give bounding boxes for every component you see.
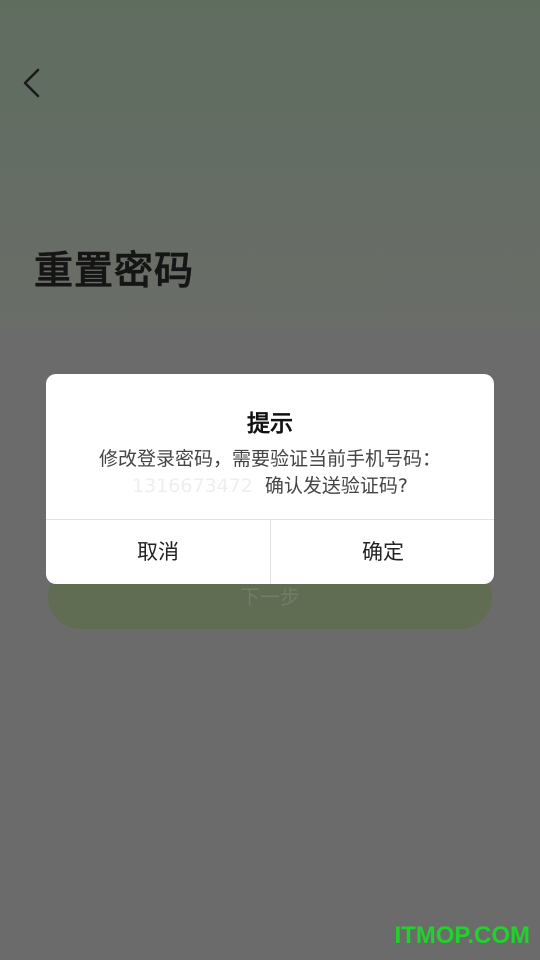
dialog-message: 修改登录密码，需要验证当前手机号码： 1316673472 确认发送验证码? [66, 446, 474, 500]
dialog-message-suffix: 确认发送验证码? [264, 475, 408, 497]
dialog-title: 提示 [247, 411, 293, 437]
chevron-left-icon [23, 68, 40, 98]
cancel-button[interactable]: 取消 [46, 520, 270, 584]
dialog-message-line1: 修改登录密码，需要验证当前手机号码： [98, 448, 441, 470]
page-title: 重置密码 [34, 249, 195, 294]
masked-phone-number: 1316673472 [132, 475, 253, 497]
confirm-dialog: 提示 修改登录密码，需要验证当前手机号码： 1316673472 确认发送验证码?… [46, 374, 494, 584]
confirm-button[interactable]: 确定 [271, 520, 494, 584]
watermark: ITMOP.COM [394, 922, 530, 949]
back-button[interactable] [16, 64, 52, 102]
